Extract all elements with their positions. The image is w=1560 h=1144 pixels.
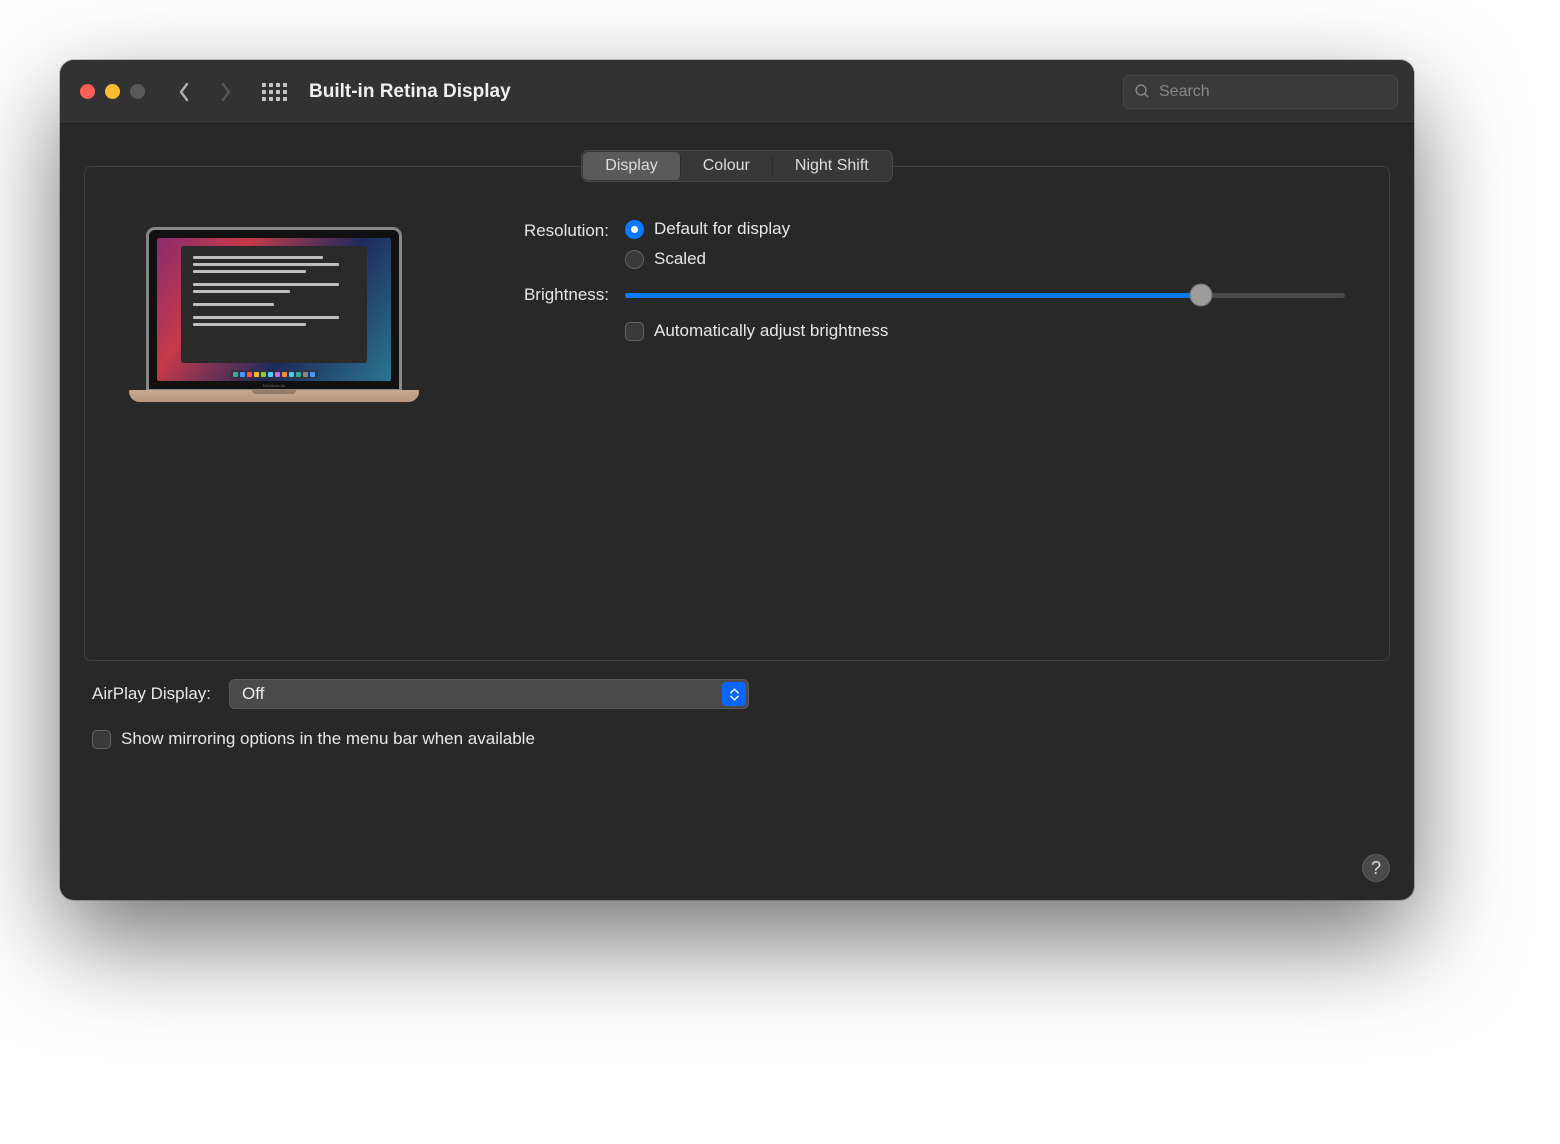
footer: AirPlay Display: Off Show mirroring opti… bbox=[84, 679, 1390, 749]
brightness-slider[interactable] bbox=[625, 293, 1345, 298]
airplay-label: AirPlay Display: bbox=[92, 684, 211, 704]
grid-icon bbox=[262, 83, 287, 101]
preferences-window: Built-in Retina Display Display Colour N… bbox=[60, 60, 1414, 900]
search-field[interactable] bbox=[1123, 75, 1398, 109]
resolution-default-option[interactable]: Default for display bbox=[625, 219, 1345, 239]
radio-icon bbox=[625, 220, 644, 239]
close-window-button[interactable] bbox=[80, 84, 95, 99]
display-preview: MacBook Air bbox=[129, 227, 419, 640]
slider-thumb[interactable] bbox=[1190, 284, 1213, 307]
minimize-window-button[interactable] bbox=[105, 84, 120, 99]
auto-brightness-option[interactable]: Automatically adjust brightness bbox=[625, 321, 1345, 341]
display-settings: Resolution: Default for display Scaled B… bbox=[459, 219, 1345, 640]
auto-brightness-label: Automatically adjust brightness bbox=[654, 321, 888, 341]
window-title: Built-in Retina Display bbox=[309, 81, 1115, 103]
radio-icon bbox=[625, 250, 644, 269]
tab-night-shift[interactable]: Night Shift bbox=[773, 152, 891, 180]
tab-bar: Display Colour Night Shift bbox=[581, 150, 892, 182]
airplay-select[interactable]: Off bbox=[229, 679, 749, 709]
resolution-scaled-option[interactable]: Scaled bbox=[625, 249, 1345, 269]
titlebar: Built-in Retina Display bbox=[60, 60, 1414, 124]
show-mirroring-label: Show mirroring options in the menu bar w… bbox=[121, 729, 535, 749]
show-all-button[interactable] bbox=[257, 77, 291, 107]
back-button[interactable] bbox=[167, 77, 201, 107]
help-button[interactable]: ? bbox=[1362, 854, 1390, 882]
content-area: Display Colour Night Shift bbox=[60, 124, 1414, 767]
resolution-scaled-label: Scaled bbox=[654, 249, 706, 269]
window-controls bbox=[80, 84, 145, 99]
airplay-value: Off bbox=[242, 684, 264, 704]
display-panel: MacBook Air Resolution: Default for disp… bbox=[84, 166, 1390, 661]
search-input[interactable] bbox=[1159, 83, 1387, 101]
show-mirroring-option[interactable]: Show mirroring options in the menu bar w… bbox=[92, 729, 535, 749]
checkbox-icon bbox=[625, 322, 644, 341]
resolution-label: Resolution: bbox=[459, 219, 609, 269]
search-icon bbox=[1134, 83, 1151, 100]
checkbox-icon bbox=[92, 730, 111, 749]
tab-display[interactable]: Display bbox=[583, 152, 679, 180]
device-model-label: MacBook Air bbox=[149, 383, 399, 388]
resolution-default-label: Default for display bbox=[654, 219, 790, 239]
help-icon: ? bbox=[1371, 858, 1381, 879]
select-stepper-icon bbox=[722, 682, 746, 706]
brightness-label: Brightness: bbox=[459, 283, 609, 341]
tab-colour[interactable]: Colour bbox=[681, 152, 772, 180]
forward-button[interactable] bbox=[209, 77, 243, 107]
zoom-window-button[interactable] bbox=[130, 84, 145, 99]
